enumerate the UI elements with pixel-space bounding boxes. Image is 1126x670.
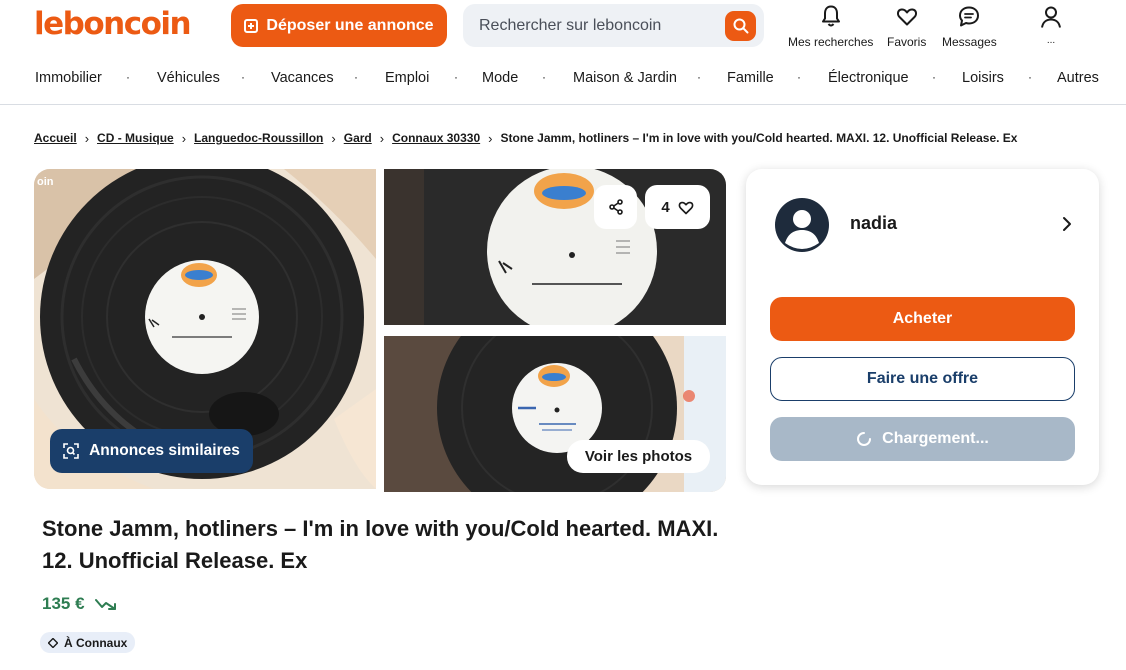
messages-link[interactable]: Messages — [942, 4, 997, 49]
breadcrumb-link-cd-musique[interactable]: CD - Musique — [97, 131, 174, 145]
loading-button[interactable]: Chargement... — [770, 417, 1075, 461]
breadcrumb-separator: › — [181, 130, 187, 146]
nav-item-immobilier[interactable]: Immobilier — [35, 70, 102, 86]
nav-separator: · — [697, 70, 701, 84]
similar-ads-button[interactable]: Annonces similaires — [50, 429, 253, 473]
loading-label: Chargement... — [882, 430, 989, 447]
category-nav: Immobilier · Véhicules · Vacances · Empl… — [0, 66, 1126, 92]
avatar — [775, 198, 829, 252]
diamond-icon — [48, 637, 58, 648]
nav-item-mode[interactable]: Mode — [482, 70, 518, 86]
breadcrumb-link-departement[interactable]: Gard — [344, 131, 372, 145]
nav-separator: · — [354, 70, 358, 84]
nav-separator: · — [241, 70, 245, 84]
nav-separator: · — [797, 70, 801, 84]
breadcrumb-separator: › — [379, 130, 385, 146]
photo-corner-text: oin — [37, 176, 54, 188]
location-label: À Connaux — [64, 635, 128, 650]
my-searches-link[interactable]: Mes recherches — [788, 4, 873, 49]
chat-bubble-icon — [959, 6, 980, 27]
search-icon — [733, 18, 749, 34]
deposit-ad-button[interactable]: Déposer une annonce — [231, 4, 447, 47]
seller-name: nadia — [850, 213, 898, 233]
nav-item-autres[interactable]: Autres — [1057, 70, 1099, 86]
nav-item-emploi[interactable]: Emploi — [385, 70, 429, 86]
my-searches-label: Mes recherches — [788, 35, 874, 49]
account-link[interactable]: ... — [1040, 4, 1062, 46]
seller-card: nadia Acheter Faire une offre Chargement… — [746, 169, 1099, 485]
breadcrumb-separator: › — [488, 130, 493, 146]
nav-item-maison-jardin[interactable]: Maison & Jardin — [573, 70, 677, 86]
trending-down-icon — [94, 599, 116, 610]
favorites-label: Favoris — [887, 35, 927, 49]
similar-ads-label: Annonces similaires — [89, 442, 240, 459]
listing-price: 135 € — [42, 594, 85, 613]
nav-item-vacances[interactable]: Vacances — [271, 70, 334, 86]
favorites-link[interactable]: Favoris — [887, 4, 926, 49]
breadcrumb-link-accueil[interactable]: Accueil — [34, 131, 77, 145]
see-photos-button[interactable]: Voir les photos — [567, 440, 710, 473]
share-button[interactable] — [594, 185, 637, 229]
account-label: ... — [1046, 35, 1056, 46]
nav-item-vehicules[interactable]: Véhicules — [157, 70, 220, 86]
location-badge[interactable]: À Connaux — [40, 632, 136, 653]
search-input[interactable] — [479, 4, 719, 47]
heart-icon — [678, 201, 694, 214]
bell-icon — [821, 5, 840, 27]
buy-button[interactable]: Acheter — [770, 297, 1075, 341]
breadcrumb-separator: › — [331, 130, 336, 146]
seller-profile-link[interactable]: nadia — [774, 197, 1074, 253]
nav-separator: · — [454, 70, 458, 84]
user-icon — [1041, 6, 1061, 28]
breadcrumb-link-ville[interactable]: Connaux 30330 — [392, 131, 480, 145]
nav-separator: · — [932, 70, 936, 84]
spinner-icon — [857, 432, 872, 446]
make-offer-button[interactable]: Faire une offre — [770, 357, 1075, 401]
heart-icon — [896, 8, 917, 26]
listing-title: Stone Jamm, hotliners – I'm in love with… — [42, 516, 719, 573]
chevron-right-icon — [1063, 217, 1071, 231]
nav-separator: · — [542, 70, 546, 84]
similar-search-icon — [63, 443, 79, 459]
messages-label: Messages — [942, 35, 997, 49]
share-icon — [608, 199, 623, 215]
breadcrumb: Accueil › CD - Musique › Languedoc-Rouss… — [34, 129, 1017, 147]
listing-price-row: 135 € — [42, 594, 117, 614]
search-bar — [463, 4, 764, 47]
plus-icon — [244, 18, 259, 33]
breadcrumb-current: Stone Jamm, hotliners – I'm in love with… — [500, 131, 1018, 145]
leboncoin-logo[interactable]: leboncoin — [34, 6, 192, 42]
search-button[interactable] — [725, 11, 756, 41]
site-header: leboncoin Déposer une annonce Mes recher… — [0, 0, 1126, 105]
breadcrumb-link-region[interactable]: Languedoc-Roussillon — [194, 131, 323, 145]
breadcrumb-separator: › — [84, 130, 90, 146]
deposit-ad-label: Déposer une annonce — [266, 16, 434, 34]
nav-item-famille[interactable]: Famille — [727, 70, 774, 86]
nav-item-electronique[interactable]: Électronique — [828, 70, 909, 86]
nav-separator: · — [126, 70, 130, 84]
nav-item-loisirs[interactable]: Loisirs — [962, 70, 1004, 86]
favorite-count: 4 — [661, 198, 670, 216]
nav-separator: · — [1028, 70, 1032, 84]
favorite-button[interactable]: 4 — [645, 185, 710, 229]
